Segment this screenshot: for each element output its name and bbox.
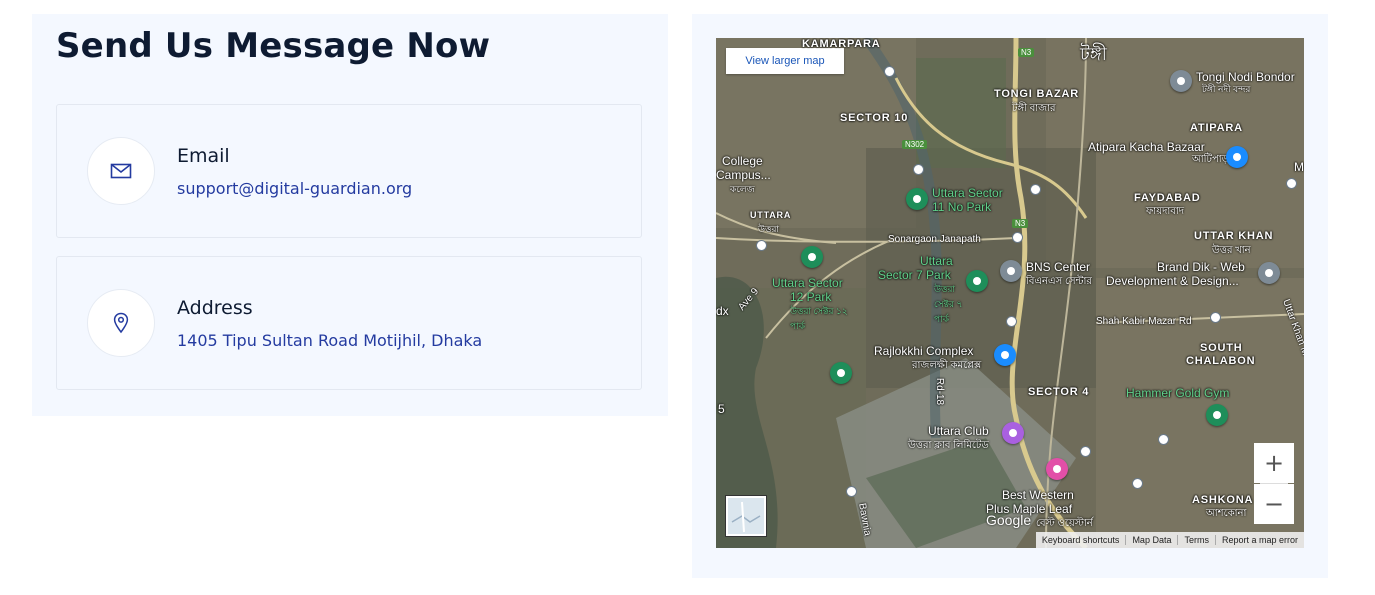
map-label: ফায়দাবাদ xyxy=(1146,206,1184,217)
map-label: UTTAR KHAN xyxy=(1194,230,1274,242)
map-label: Brand Dik - Web xyxy=(1157,260,1245,274)
map-label: বেস্ট ওয়েস্টার্ন xyxy=(1036,518,1093,529)
map-label: TONGI BAZAR xyxy=(994,88,1079,100)
bus-stop-icon[interactable] xyxy=(913,164,924,175)
email-value[interactable]: support@digital-guardian.org xyxy=(177,179,412,198)
bus-stop-icon[interactable] xyxy=(846,486,857,497)
map-footer: Keyboard shortcuts Map Data Terms Report… xyxy=(1035,532,1304,548)
email-title: Email xyxy=(177,145,230,167)
zoom-out-button[interactable]: − xyxy=(1254,484,1294,524)
bus-stop-icon[interactable] xyxy=(1158,434,1169,445)
address-card: Address 1405 Tipu Sultan Road Motijhil, … xyxy=(56,256,642,390)
map-layer-toggle[interactable] xyxy=(726,496,766,536)
report-error-link[interactable]: Report a map error xyxy=(1214,535,1304,545)
bus-stop-icon[interactable] xyxy=(884,66,895,77)
map-embed[interactable]: View larger map KAMARPARA টঙ্গী Tongi No… xyxy=(716,38,1304,548)
map-label: বিএনএস সেন্টার xyxy=(1026,276,1092,287)
zoom-in-button[interactable]: + xyxy=(1254,443,1294,483)
map-label: Campus... xyxy=(716,168,771,182)
map-label: রাজলক্ষী কমপ্লেক্স xyxy=(912,360,982,371)
map-label: টঙ্গী বাজার xyxy=(1012,103,1056,114)
location-pin-icon xyxy=(113,312,129,334)
map-label: SOUTH xyxy=(1200,342,1243,354)
map-label: টঙ্গী xyxy=(1080,44,1107,64)
email-icon-circle xyxy=(87,137,155,205)
map-label: 5 xyxy=(718,402,725,416)
keyboard-shortcuts-link[interactable]: Keyboard shortcuts xyxy=(1036,535,1126,545)
park-marker-icon[interactable] xyxy=(830,362,852,384)
view-larger-map-button[interactable]: View larger map xyxy=(726,48,844,74)
gym-marker-icon[interactable] xyxy=(1206,404,1228,426)
map-label: টঙ্গী নদী বন্দর xyxy=(1202,84,1251,94)
map-label: SECTOR 4 xyxy=(1028,386,1090,398)
map-label: dx xyxy=(716,304,729,318)
map-label: FAYDABAD xyxy=(1134,192,1201,204)
park-marker-icon[interactable] xyxy=(966,270,988,292)
map-label: BNS Center xyxy=(1026,260,1091,274)
map-label: Rd-18 xyxy=(934,377,946,406)
map-label: Atipara Kacha Bazaar xyxy=(1088,140,1205,154)
club-marker-icon[interactable] xyxy=(1002,422,1024,444)
map-label: KAMARPARA xyxy=(802,38,881,50)
bus-stop-icon[interactable] xyxy=(1286,178,1297,189)
map-label: উত্তরা xyxy=(758,224,780,234)
google-logo: Google xyxy=(986,512,1032,528)
bus-stop-icon[interactable] xyxy=(1210,312,1221,323)
highway-shield: N3 xyxy=(1018,48,1035,57)
map-label: উত্তরা সেক্টর ১২ পার্ক xyxy=(790,306,848,331)
address-title: Address xyxy=(177,297,253,319)
email-card: Email support@digital-guardian.org xyxy=(56,104,642,238)
bus-stop-icon[interactable] xyxy=(1132,478,1143,489)
map-label: Sonargaon Janapath xyxy=(888,234,981,245)
map-label: কলেজ xyxy=(730,184,755,194)
terms-link[interactable]: Terms xyxy=(1177,535,1215,545)
address-value: 1405 Tipu Sultan Road Motijhil, Dhaka xyxy=(177,331,483,350)
place-marker-icon[interactable] xyxy=(1258,262,1280,284)
map-label: ATIPARA xyxy=(1190,122,1243,134)
map-label: Development & Design... xyxy=(1106,274,1239,288)
bus-stop-icon[interactable] xyxy=(1030,184,1041,195)
map-label: SECTOR 10 xyxy=(840,112,909,124)
bus-stop-icon[interactable] xyxy=(1080,446,1091,457)
map-label: UTTARA xyxy=(750,210,792,220)
map-label: Uttara Sector xyxy=(772,276,843,290)
map-label: Best Western xyxy=(1002,488,1074,502)
map-label: ASHKONA xyxy=(1192,494,1254,506)
map-panel: View larger map KAMARPARA টঙ্গী Tongi No… xyxy=(692,14,1328,578)
map-label: 11 No Park xyxy=(932,200,992,214)
place-marker-icon[interactable] xyxy=(1170,70,1192,92)
hotel-marker-icon[interactable] xyxy=(1046,458,1068,480)
map-label: M xyxy=(1294,160,1304,174)
map-layer-icon xyxy=(731,501,761,533)
map-label: আশকোনা xyxy=(1206,508,1247,519)
map-label: Shah Kabir Mazar Rd xyxy=(1096,316,1192,327)
envelope-icon xyxy=(110,163,132,179)
park-marker-icon[interactable] xyxy=(906,188,928,210)
contact-panel: Send Us Message Now Email support@digita… xyxy=(32,14,668,416)
map-label: College xyxy=(722,154,763,168)
map-label: Uttara Sector xyxy=(932,186,1003,200)
shopping-bag-marker-icon[interactable] xyxy=(994,344,1016,366)
map-label: 12 Park xyxy=(790,290,832,304)
map-label: উত্তরা সেক্টর ৭ পার্ক xyxy=(934,284,963,324)
map-label: Hammer Gold Gym xyxy=(1126,386,1230,400)
park-marker-icon[interactable] xyxy=(801,246,823,268)
map-label: Rajlokkhi Complex xyxy=(874,344,974,358)
map-data-link[interactable]: Map Data xyxy=(1125,535,1177,545)
map-label: উত্তরা ক্লাব লিমিটেড xyxy=(908,440,989,451)
map-label: Uttara xyxy=(920,254,953,268)
shopping-cart-marker-icon[interactable] xyxy=(1226,146,1248,168)
highway-shield: N3 xyxy=(1012,219,1029,228)
bus-stop-icon[interactable] xyxy=(1012,232,1023,243)
place-marker-icon[interactable] xyxy=(1000,260,1022,282)
bus-stop-icon[interactable] xyxy=(756,240,767,251)
map-label: Sector 7 Park xyxy=(878,268,951,282)
page-title: Send Us Message Now xyxy=(56,26,491,66)
highway-shield: N302 xyxy=(902,140,928,149)
map-label: Uttara Club xyxy=(928,424,989,438)
map-label: উত্তর খান xyxy=(1212,245,1251,256)
bus-stop-icon[interactable] xyxy=(1006,316,1017,327)
map-label: CHALABON xyxy=(1186,355,1256,367)
address-icon-circle xyxy=(87,289,155,357)
